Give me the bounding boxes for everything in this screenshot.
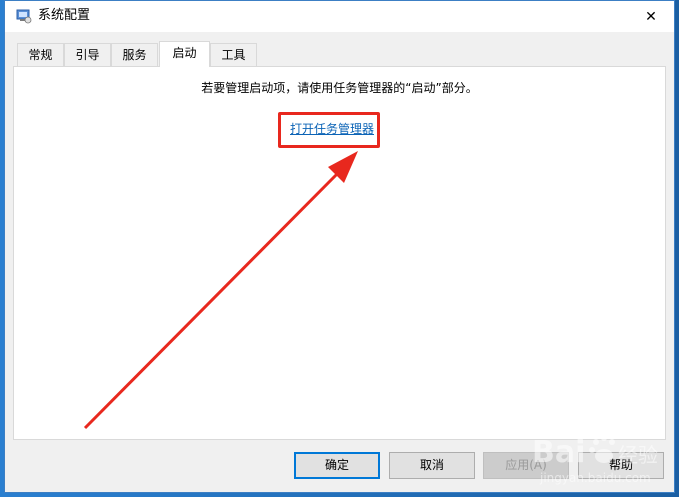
apply-button[interactable]: 应用(A) — [483, 452, 569, 479]
system-config-window: 系统配置 ✕ 常规 引导 服务 启动 工具 若要管理启动项，请使用任务管理器的“… — [4, 0, 675, 493]
system-config-app-icon — [16, 9, 32, 24]
tab-startup[interactable]: 启动 — [159, 41, 210, 67]
close-icon: ✕ — [645, 8, 657, 25]
cancel-button[interactable]: 取消 — [389, 452, 475, 479]
help-button[interactable]: 帮助 — [578, 452, 664, 479]
startup-tab-panel: 若要管理启动项，请使用任务管理器的“启动”部分。 打开任务管理器 — [13, 66, 666, 440]
startup-instruction-text: 若要管理启动项，请使用任务管理器的“启动”部分。 — [201, 81, 478, 95]
tab-general[interactable]: 常规 — [17, 43, 64, 66]
close-button[interactable]: ✕ — [628, 1, 674, 32]
ok-button[interactable]: 确定 — [294, 452, 380, 479]
open-task-manager-link[interactable]: 打开任务管理器 — [290, 120, 374, 137]
title-bar[interactable]: 系统配置 ✕ — [5, 1, 674, 32]
tab-services[interactable]: 服务 — [111, 43, 158, 66]
tab-boot[interactable]: 引导 — [64, 43, 111, 66]
window-title: 系统配置 — [38, 8, 91, 23]
tab-strip: 常规 引导 服务 启动 工具 — [13, 41, 668, 67]
tab-tools[interactable]: 工具 — [210, 43, 257, 66]
